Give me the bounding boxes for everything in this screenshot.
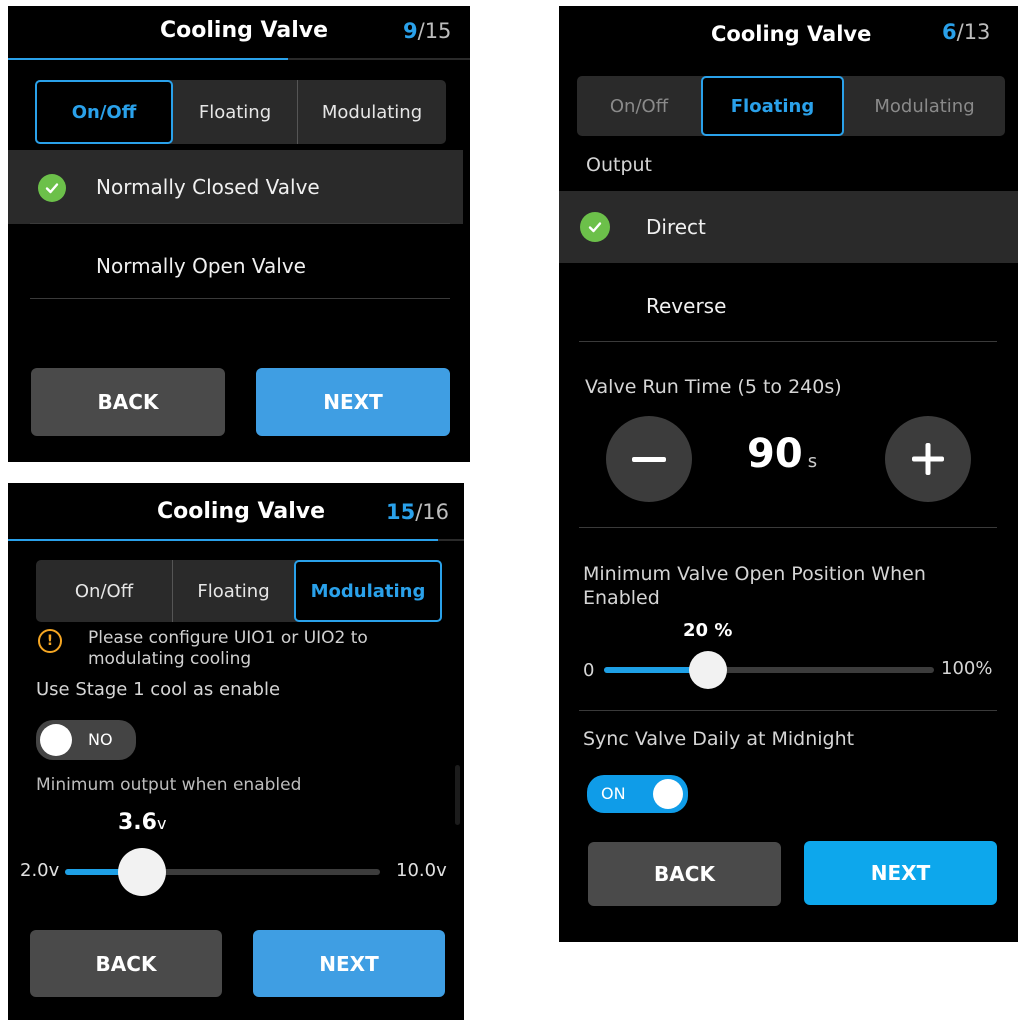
page-current: 15 [386, 500, 416, 524]
tab-on-off[interactable]: On/Off [35, 80, 173, 144]
check-icon [38, 174, 66, 202]
mode-tabs: On/Off Floating Modulating [36, 560, 442, 622]
next-button[interactable]: NEXT [256, 368, 450, 436]
mode-tabs: On/Off Floating Modulating [35, 80, 446, 144]
panel-modulating: Cooling Valve 15/16 On/Off Floating Modu… [8, 483, 464, 1020]
enable-label: Use Stage 1 cool as enable [36, 679, 281, 700]
page-title: Cooling Valve [160, 18, 328, 43]
value-number: 3.6 [118, 810, 157, 835]
slider-max-label: 100% [941, 658, 993, 679]
min-open-label: Minimum Valve Open Position When Enabled [583, 563, 926, 609]
warning-message: Please configure UIO1 or UIO2 to modulat… [88, 628, 368, 669]
run-time-number: 90 [747, 431, 803, 477]
tab-on-off[interactable]: On/Off [36, 560, 172, 622]
tab-floating[interactable]: Floating [172, 560, 294, 622]
scrollbar[interactable] [455, 765, 460, 825]
list-item-normally-open[interactable]: Normally Open Valve [8, 226, 463, 298]
toggle-knob [40, 724, 72, 756]
stage1-enable-toggle[interactable]: NO [36, 720, 136, 760]
slider-thumb[interactable] [118, 848, 166, 896]
divider [579, 341, 997, 342]
plus-icon [912, 443, 944, 475]
list-item-label: Normally Closed Valve [96, 175, 320, 199]
slider-min-label: 0 [583, 660, 595, 681]
back-button[interactable]: BACK [31, 368, 225, 436]
page-total: /16 [415, 500, 450, 524]
increment-button[interactable] [885, 416, 971, 502]
next-button[interactable]: NEXT [253, 930, 445, 997]
mode-tabs: On/Off Floating Modulating [577, 76, 1005, 136]
back-button[interactable]: BACK [30, 930, 222, 997]
panel-floating: Cooling Valve 6/13 On/Off Floating Modul… [559, 6, 1018, 942]
output-label: Output [586, 154, 652, 176]
slider-max-label: 10.0v [396, 860, 447, 881]
list-item-reverse[interactable]: Reverse [559, 266, 1018, 338]
panel-on-off: Cooling Valve 9/15 On/Off Floating Modul… [8, 6, 470, 462]
warning-icon: ! [38, 629, 62, 653]
slider-thumb[interactable] [689, 651, 727, 689]
tab-modulating[interactable]: Modulating [297, 80, 446, 144]
toggle-label: NO [88, 730, 113, 749]
page-current: 9 [403, 19, 418, 43]
next-button[interactable]: NEXT [804, 841, 997, 905]
page-title: Cooling Valve [711, 22, 872, 46]
divider [579, 710, 997, 711]
divider [30, 223, 450, 224]
tab-on-off[interactable]: On/Off [577, 76, 701, 136]
run-time-unit: s [807, 451, 818, 472]
toggle-label: ON [601, 784, 626, 803]
page-current: 6 [942, 20, 957, 44]
sync-toggle[interactable]: ON [587, 775, 688, 813]
sync-label: Sync Valve Daily at Midnight [583, 728, 855, 750]
minus-icon [632, 456, 666, 462]
value-unit: v [156, 814, 167, 833]
toggle-knob [653, 779, 683, 809]
back-button[interactable]: BACK [588, 842, 781, 906]
page-total: /15 [417, 19, 452, 43]
tab-floating[interactable]: Floating [701, 76, 844, 136]
check-icon [580, 212, 610, 242]
slider-min-label: 2.0v [20, 860, 60, 881]
list-item-normally-closed[interactable]: Normally Closed Valve [8, 150, 463, 224]
min-open-value: 20 % [683, 620, 733, 641]
page-title: Cooling Valve [157, 499, 325, 524]
progress-bar [8, 539, 438, 541]
run-time-label: Valve Run Time (5 to 240s) [585, 376, 842, 398]
slider-value: 3.6v [118, 810, 166, 835]
page-counter: 9/15 [403, 19, 451, 43]
decrement-button[interactable] [606, 416, 692, 502]
page-total: /13 [956, 20, 991, 44]
tab-modulating[interactable]: Modulating [294, 560, 442, 622]
page-counter: 15/16 [386, 500, 449, 524]
tab-floating[interactable]: Floating [173, 80, 297, 144]
list-item-label: Reverse [646, 294, 727, 318]
page-counter: 6/13 [942, 20, 990, 44]
list-item-label: Direct [646, 215, 706, 239]
progress-bar [8, 58, 288, 60]
run-time-value: 90 s [747, 431, 817, 477]
divider [579, 527, 997, 528]
list-item-label: Normally Open Valve [96, 254, 306, 278]
divider [30, 298, 450, 299]
list-item-direct[interactable]: Direct [559, 191, 1018, 263]
tab-modulating[interactable]: Modulating [844, 76, 1005, 136]
min-output-label: Minimum output when enabled [36, 775, 302, 795]
